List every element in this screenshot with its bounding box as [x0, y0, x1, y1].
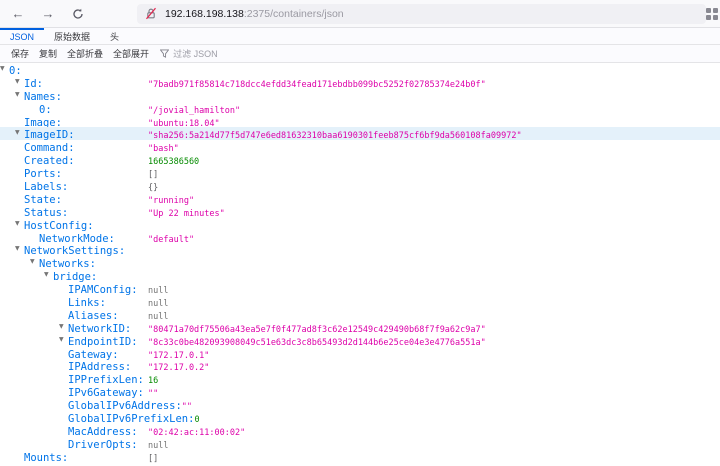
url-text: 192.168.198.138:2375/containers/json [165, 8, 344, 20]
forward-button[interactable]: → [36, 3, 60, 25]
json-tree[interactable]: ▼ 0: ▼ Id: "7badb971f85814c718dcc4efdd34fead… [0, 63, 720, 464]
copy-button[interactable]: 复制 [34, 47, 62, 60]
json-row[interactable]: Image: "ubuntu:18.04" [0, 115, 720, 129]
reload-icon [73, 8, 83, 19]
json-row[interactable]: ▼ HostConfig: [0, 218, 720, 232]
json-row[interactable]: Labels:{} [0, 179, 720, 193]
json-row[interactable]: ▼ bridge: [0, 269, 720, 283]
json-row[interactable]: ▼ 0: [0, 63, 720, 77]
json-row[interactable]: ▼ EndpointID: "8c33c0be482093908049c51e63d… [0, 334, 720, 348]
collapse-twisty-icon[interactable]: ▼ [15, 243, 20, 256]
json-value: [] [148, 453, 159, 464]
json-row[interactable]: Links: null [0, 295, 720, 309]
json-row[interactable]: DriverOpts: null [0, 437, 720, 451]
json-row[interactable]: Gateway: "172.17.0.1" [0, 347, 720, 361]
url-path: :2375/containers/json [243, 7, 344, 20]
json-row[interactable]: Aliases: null [0, 308, 720, 322]
filter-json-input[interactable] [173, 48, 284, 59]
json-row[interactable]: Ports:[] [0, 166, 720, 180]
json-row[interactable]: ▼ Networks: [0, 256, 720, 270]
collapse-twisty-icon[interactable]: ▼ [59, 321, 64, 334]
json-row[interactable]: IPAMConfig: null [0, 282, 720, 296]
json-row[interactable]: ▼ NetworkID: "80471a70df75506a43ea5e7f0f47… [0, 321, 720, 335]
json-row[interactable]: GlobalIPv6Address:"" [0, 398, 720, 412]
json-row[interactable]: IPAddress: "172.17.0.2" [0, 359, 720, 373]
collapse-twisty-icon[interactable]: ▼ [44, 269, 49, 282]
back-button[interactable]: ← [6, 3, 30, 25]
tab-headers[interactable]: 头 [100, 28, 129, 44]
save-button[interactable]: 保存 [6, 47, 34, 60]
json-viewer-toolbar: 保存 复制 全部折叠 全部展开 [0, 45, 720, 63]
json-row[interactable]: ▼ Id: "7badb971f85814c718dcc4efdd34fead171… [0, 76, 720, 90]
tab-raw-data[interactable]: 原始数据 [44, 28, 100, 44]
collapse-twisty-icon[interactable]: ▼ [30, 256, 35, 269]
url-bar[interactable]: 192.168.198.138:2375/containers/json [137, 3, 706, 24]
json-row[interactable]: NetworkMode: "default" [0, 231, 720, 245]
json-row[interactable]: ▼ NetworkSettings: [0, 243, 720, 257]
filter-box [160, 48, 284, 59]
collapse-twisty-icon[interactable]: ▼ [15, 76, 20, 89]
json-row[interactable]: GlobalIPv6PrefixLen:0 [0, 411, 720, 425]
filter-funnel-icon [160, 49, 170, 58]
reload-button[interactable] [66, 3, 90, 25]
expand-all-button[interactable]: 全部展开 [108, 47, 154, 60]
collapse-twisty-icon[interactable]: ▼ [0, 63, 5, 76]
extensions-icon[interactable] [706, 8, 718, 20]
insecure-lock-icon[interactable] [145, 7, 157, 20]
browser-navbar: ← → 192.168.198.138:2375/containers/json [0, 0, 720, 28]
json-row[interactable]: ▼ ImageID: "sha256:5a214d77f5d747e6ed81632… [0, 127, 720, 141]
tab-json[interactable]: JSON [0, 28, 45, 44]
json-row[interactable]: Mounts:[] [0, 450, 720, 464]
json-row[interactable]: Created: 1665386560 [0, 153, 720, 167]
json-row[interactable]: ▼ Names: [0, 89, 720, 103]
json-row[interactable]: State: "running" [0, 192, 720, 206]
collapse-twisty-icon[interactable]: ▼ [15, 218, 20, 231]
json-row[interactable]: Command: "bash" [0, 140, 720, 154]
json-row[interactable]: Status: "Up 22 minutes" [0, 205, 720, 219]
json-row[interactable]: MacAddress: "02:42:ac:11:00:02" [0, 424, 720, 438]
json-row[interactable]: 0: "/jovial_hamilton" [0, 102, 720, 116]
collapse-twisty-icon[interactable]: ▼ [59, 334, 64, 347]
json-row[interactable]: IPv6Gateway: "" [0, 385, 720, 399]
url-host: 192.168.198.138 [165, 7, 244, 20]
json-row[interactable]: IPPrefixLen: 16 [0, 372, 720, 386]
json-viewer-tabbar: JSON 原始数据 头 [0, 28, 720, 45]
collapse-all-button[interactable]: 全部折叠 [62, 47, 108, 60]
collapse-twisty-icon[interactable]: ▼ [15, 89, 20, 102]
collapse-twisty-icon[interactable]: ▼ [15, 127, 20, 140]
